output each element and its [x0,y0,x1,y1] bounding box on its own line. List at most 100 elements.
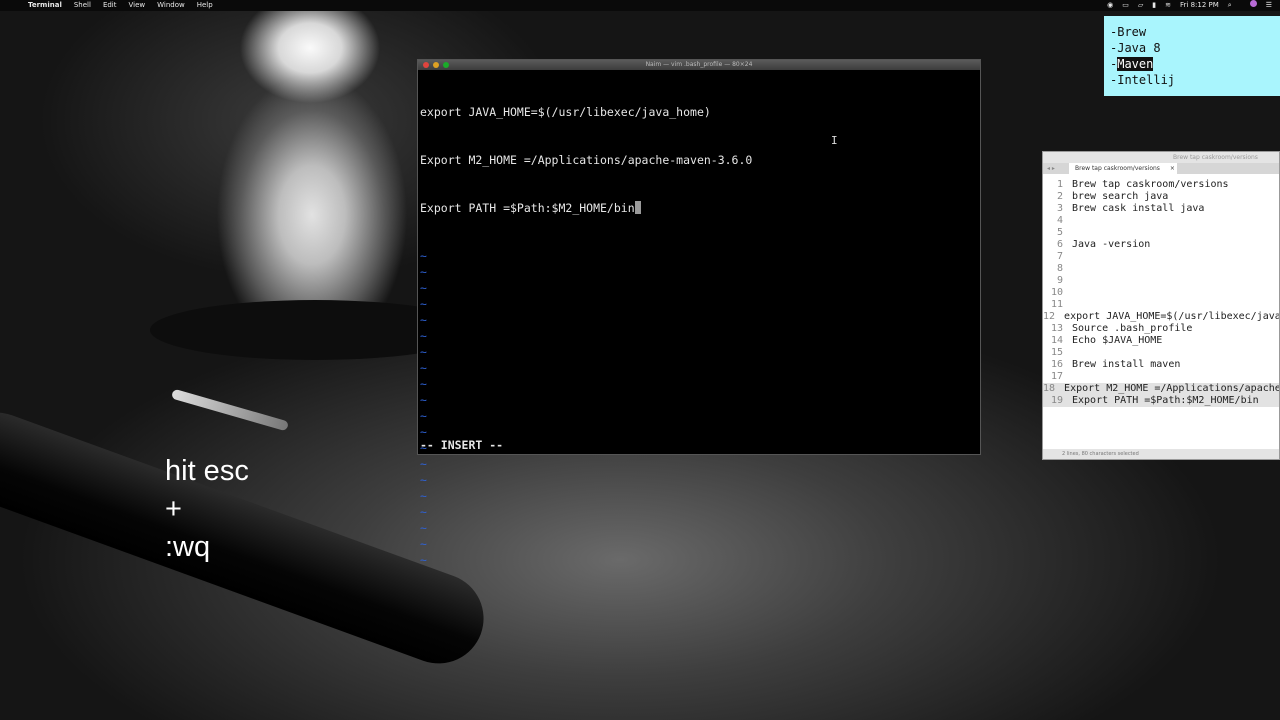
line-number: 9 [1056,275,1063,286]
line-text: export JAVA_HOME=$(/usr/libexec/java_hom… [1064,311,1279,322]
siri-icon[interactable] [1241,0,1257,11]
wifi-icon[interactable]: ≋ [1165,0,1171,11]
empty-line-marker: ~ [420,329,427,343]
tutorial-caption: hit esc + :wq [165,452,365,566]
caption-line: hit esc [165,455,249,487]
menu-clock[interactable]: Fri 8:12 PM [1180,0,1219,11]
terminal-title: Naim — vim .bash_profile — 80×24 [645,61,753,68]
editor-line[interactable]: 17 [1043,371,1279,383]
editor-line[interactable]: 9 [1043,275,1279,287]
line-number: 5 [1056,227,1063,238]
editor-line[interactable]: 3 Brew cask install java [1043,203,1279,215]
line-text: Brew install maven [1072,359,1181,370]
editor-line[interactable]: 1 Brew tap caskroom/versions [1043,179,1279,191]
text-editor-window[interactable]: Brew tap caskroom/versions ◂ ▸ Brew tap … [1042,151,1280,460]
menu-help[interactable]: Help [197,0,213,11]
editor-line[interactable]: 6 Java -version [1043,239,1279,251]
empty-line-marker: ~ [420,489,427,503]
line-number: 19 [1050,395,1063,406]
caption-line: + [165,493,182,525]
line-number: 12 [1043,311,1056,322]
empty-line-marker: ~ [420,409,427,423]
empty-line-marker: ~ [420,505,427,519]
minimize-window-icon[interactable] [433,62,439,68]
buffer-line: export JAVA_HOME=$(/usr/libexec/java_hom… [420,105,711,119]
editor-line[interactable]: 2 brew search java [1043,191,1279,203]
screen-record-icon[interactable]: ◉ [1107,0,1113,11]
menu-window[interactable]: Window [157,0,185,11]
menu-terminal[interactable]: Terminal [28,0,62,11]
checklist-item: -Brew [1110,25,1147,39]
editor-content[interactable]: 1 Brew tap caskroom/versions 2 brew search … [1043,174,1279,407]
empty-line-marker: ~ [420,281,427,295]
spotlight-search-icon[interactable]: ⌕ [1228,0,1232,11]
editor-status-bar: 2 lines, 80 characters selected [1043,449,1279,459]
editor-line[interactable]: 14 Echo $JAVA_HOME [1043,335,1279,347]
line-number: 6 [1056,239,1063,250]
menu-view[interactable]: View [129,0,146,11]
checklist-item-current: -Maven [1110,57,1154,71]
editor-tab[interactable]: Brew tap caskroom/versions × [1069,163,1177,174]
line-text: Brew tap caskroom/versions [1072,179,1229,190]
editor-line[interactable]: 15 [1043,347,1279,359]
status-area: ◉ ▭ ▱ ▮ ≋ Fri 8:12 PM ⌕ ☰ [1098,0,1272,11]
tab-close-icon[interactable]: × [1170,165,1175,172]
empty-line-marker: ~ [420,265,427,279]
tab-nav-arrows-icon[interactable]: ◂ ▸ [1047,163,1055,174]
editor-tab-bar: ◂ ▸ Brew tap caskroom/versions × [1043,163,1279,174]
menu-shell[interactable]: Shell [74,0,91,11]
line-text: Source .bash_profile [1072,323,1193,334]
caption-line: :wq [165,531,211,563]
line-number: 16 [1050,359,1063,370]
empty-line-marker: ~ [420,361,427,375]
text-cursor [634,201,641,214]
terminal-titlebar[interactable]: Naim — vim .bash_profile — 80×24 [418,60,980,70]
empty-line-marker: ~ [420,473,427,487]
notification-center-icon[interactable]: ☰ [1266,0,1272,11]
editor-line[interactable]: 8 [1043,263,1279,275]
empty-line-marker: ~ [420,393,427,407]
line-text: Echo $JAVA_HOME [1072,335,1163,346]
editor-line[interactable]: 11 [1043,299,1279,311]
line-number: 2 [1056,191,1063,202]
editor-line[interactable]: 10 [1043,287,1279,299]
empty-line-markers: ~ ~ ~ ~ ~ ~ ~ ~ ~ ~ ~ ~ ~ ~ ~ ~ ~ ~ ~ ~ [420,248,980,568]
line-number: 15 [1050,347,1063,358]
editor-titlebar[interactable]: Brew tap caskroom/versions [1043,152,1279,163]
highlighted-item: Maven [1117,57,1154,71]
menu-edit[interactable]: Edit [103,0,117,11]
empty-line-marker: ~ [420,249,427,263]
ibeam-cursor-icon: I [831,134,838,147]
empty-line-marker: ~ [420,313,427,327]
close-window-icon[interactable] [423,62,429,68]
empty-line-marker: ~ [420,553,427,567]
terminal-window[interactable]: Naim — vim .bash_profile — 80×24 export … [417,59,981,567]
empty-line-marker: ~ [420,441,427,455]
airplay-icon[interactable]: ▱ [1138,0,1143,11]
line-text: Java -version [1072,239,1151,250]
line-number: 10 [1050,287,1063,298]
editor-line[interactable]: 4 [1043,215,1279,227]
battery-icon[interactable]: ▮ [1152,0,1156,11]
line-text: Export PATH =$Path:$M2_HOME/bin [1072,395,1259,406]
display-icon[interactable]: ▭ [1122,0,1129,11]
vim-buffer[interactable]: export JAVA_HOME=$(/usr/libexec/java_hom… [418,70,980,600]
line-number: 11 [1050,299,1063,310]
buffer-line: Export M2_HOME =/Applications/apache-mav… [420,153,753,167]
editor-line[interactable]: 13 Source .bash_profile [1043,323,1279,335]
zoom-window-icon[interactable] [443,62,449,68]
editor-line[interactable]: 16 Brew install maven [1043,359,1279,371]
editor-line[interactable]: 5 [1043,227,1279,239]
line-number: 17 [1050,371,1063,382]
editor-line[interactable]: 19 Export PATH =$Path:$M2_HOME/bin [1043,395,1279,407]
empty-line-marker: ~ [420,345,427,359]
line-number: 3 [1056,203,1063,214]
line-number: 14 [1050,335,1063,346]
editor-line[interactable]: 12 export JAVA_HOME=$(/usr/libexec/java_h… [1043,311,1279,323]
checklist-note: -Brew -Java 8 -Maven -Intellij [1104,16,1280,96]
empty-line-marker: ~ [420,457,427,471]
line-number: 8 [1056,263,1063,274]
line-number: 4 [1056,215,1063,226]
editor-line[interactable]: 7 [1043,251,1279,263]
editor-line[interactable]: 18 Export M2_HOME =/Applications/apache-m… [1043,383,1279,395]
